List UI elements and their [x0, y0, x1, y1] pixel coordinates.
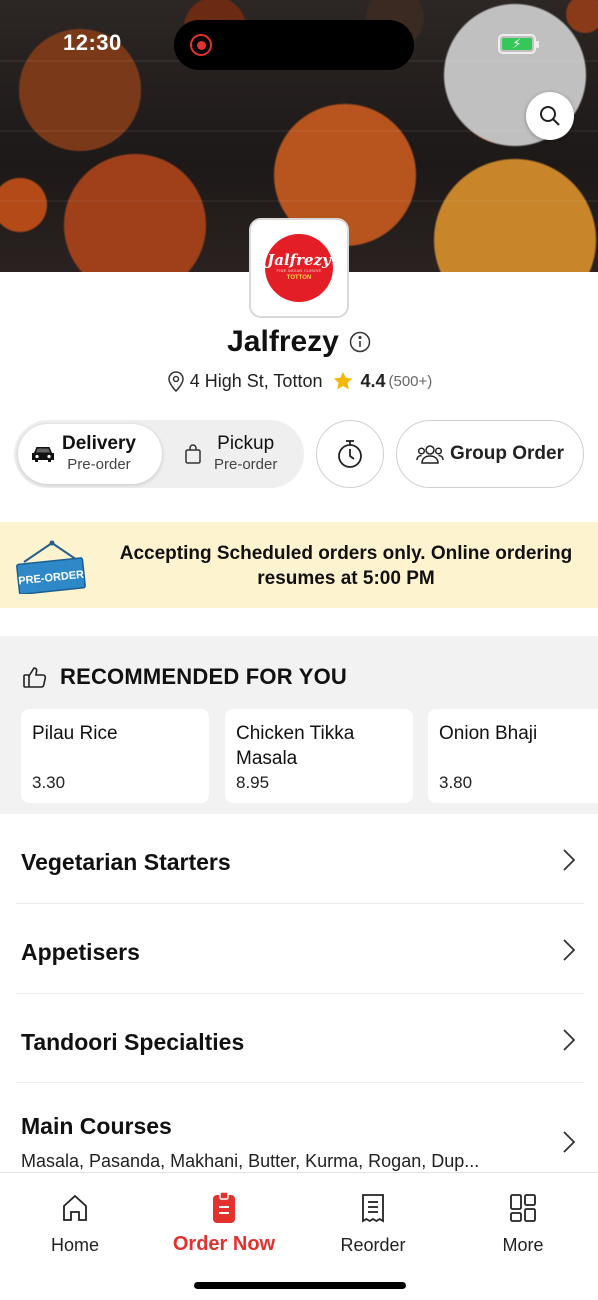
item-price: 3.80 — [439, 773, 473, 792]
order-icon — [213, 1191, 235, 1223]
category-name: Tandoori Specialties — [21, 1029, 245, 1055]
chevron-right-icon — [563, 1029, 576, 1051]
category-subtitle: Masala, Pasanda, Makhani, Butter, Kurma,… — [21, 1151, 480, 1171]
restaurant-meta: 4 High St, Totton 4.4 (500+) — [0, 370, 598, 392]
pre-order-sign-icon: PRE-ORDER — [16, 540, 86, 594]
recommended-item-card[interactable]: Chicken Tikka Masala 8.95 — [225, 709, 413, 803]
category-row[interactable]: Appetisers — [0, 904, 598, 994]
location-pin-icon — [166, 370, 186, 392]
tab-label: Reorder — [340, 1235, 406, 1255]
delivery-sub: Pre-order — [67, 456, 131, 473]
shopping-bag-icon — [180, 443, 206, 465]
recommended-title: RECOMMENDED FOR YOU — [60, 664, 347, 689]
delivery-option[interactable]: Delivery Pre-order — [18, 424, 162, 484]
tab-home[interactable]: Home — [15, 1191, 135, 1256]
receipt-icon — [362, 1194, 384, 1223]
group-order-label: Group Order — [449, 443, 564, 464]
search-button[interactable] — [526, 92, 574, 140]
home-indicator — [194, 1282, 406, 1289]
recording-indicator-icon — [190, 34, 212, 56]
pickup-sub: Pre-order — [214, 456, 278, 473]
recommended-section: RECOMMENDED FOR YOU Pilau Rice 3.30 Chic… — [0, 636, 598, 814]
tab-label: Home — [50, 1235, 99, 1255]
search-icon — [540, 106, 560, 126]
category-row[interactable]: Vegetarian Starters — [0, 814, 598, 904]
rating-value: 4.4 — [360, 370, 386, 391]
grid-icon — [510, 1194, 536, 1222]
chevron-right-icon — [563, 1131, 576, 1153]
pickup-label: Pickup — [217, 433, 275, 454]
recommended-item-card[interactable]: Onion Bhaji 3.80 — [428, 709, 598, 803]
category-name: Appetisers — [21, 939, 140, 965]
item-price: 8.95 — [236, 773, 270, 792]
restaurant-logo: Jalfrezy FINE INDIAN CUISINE TOTTON — [249, 218, 349, 318]
stopwatch-icon — [338, 440, 362, 468]
item-name: Onion Bhaji — [439, 723, 538, 744]
tab-more[interactable]: More — [463, 1191, 583, 1256]
order-mode-toggle: Delivery Pre-order Pickup Pre-order — [14, 420, 304, 488]
schedule-button[interactable] — [316, 420, 384, 488]
group-icon — [416, 445, 444, 464]
info-icon[interactable] — [349, 331, 371, 353]
category-row[interactable]: Tandoori Specialties — [0, 994, 598, 1084]
category-row[interactable]: Main Courses Masala, Pasanda, Makhani, B… — [0, 1083, 598, 1173]
car-icon — [24, 444, 62, 464]
group-order-button[interactable]: Group Order — [396, 420, 584, 488]
banner-message: Accepting Scheduled orders only. Online … — [119, 543, 573, 589]
tab-order-now[interactable]: Order Now — [164, 1191, 284, 1256]
home-icon — [63, 1194, 87, 1221]
restaurant-address[interactable]: 4 High St, Totton — [190, 371, 323, 392]
tab-label: Order Now — [172, 1233, 276, 1255]
item-name: Chicken Tikka Masala — [236, 723, 355, 769]
item-name: Pilau Rice — [32, 723, 118, 744]
tab-reorder[interactable]: Reorder — [313, 1191, 433, 1256]
restaurant-name: Jalfrezy — [227, 325, 339, 358]
category-name: Vegetarian Starters — [21, 849, 231, 875]
chevron-right-icon — [563, 939, 576, 961]
star-icon — [332, 370, 354, 392]
recommended-item-card[interactable]: Pilau Rice 3.30 — [21, 709, 209, 803]
item-price: 3.30 — [32, 773, 66, 792]
category-name: Main Courses — [21, 1113, 172, 1139]
rating-count: (500+) — [388, 372, 433, 390]
pickup-option[interactable]: Pickup Pre-order — [166, 424, 300, 484]
delivery-label: Delivery — [62, 433, 136, 454]
tab-label: More — [502, 1235, 544, 1255]
restaurant-page: 12:30 ⚡ Jalfrezy FINE INDIAN CUISINE TOT… — [0, 0, 598, 1300]
chevron-right-icon — [563, 849, 576, 871]
status-time: 12:30 — [63, 30, 122, 55]
thumbs-up-icon — [23, 667, 47, 688]
battery-icon: ⚡ — [498, 34, 539, 54]
bottom-tab-bar: Home Order Now Reorder More — [0, 1172, 598, 1300]
pre-order-banner: PRE-ORDER Accepting Scheduled orders onl… — [0, 522, 598, 608]
